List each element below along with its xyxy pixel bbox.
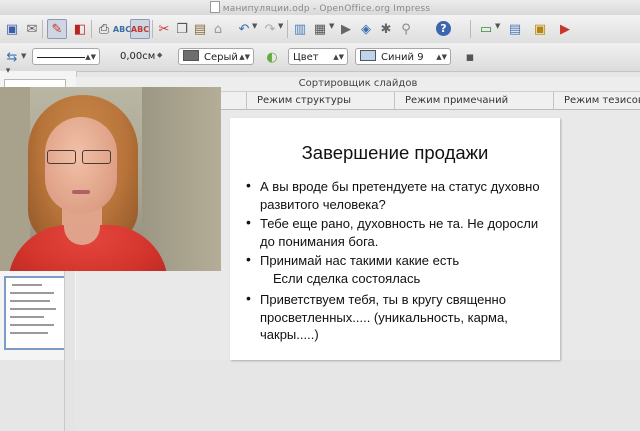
arrow-style-icon[interactable]: ⇆: [2, 47, 22, 67]
toolbar-separator: [470, 20, 471, 38]
navigator-icon[interactable]: ✱: [376, 19, 396, 39]
glasses-lens: [47, 150, 76, 164]
tab-notes[interactable]: Режим примечаний: [394, 92, 518, 109]
slide-bullet-text: Тебе еще рано, духовность не та. Не доро…: [260, 216, 539, 249]
line-style-select[interactable]: ▲▼: [32, 48, 100, 65]
tab-handout-label: Режим тезисов: [564, 95, 640, 106]
print-icon[interactable]: ⎙: [94, 19, 114, 39]
thumbnail-line: [10, 316, 44, 318]
spellcheck-icon[interactable]: ABC: [112, 19, 132, 39]
table-dropdown-icon[interactable]: ▼: [329, 22, 334, 30]
undo-icon[interactable]: ↶: [234, 19, 254, 39]
line-color-swatch: [183, 50, 199, 61]
slide-sub-item[interactable]: Если сделка состоялась: [273, 271, 420, 286]
glasses-lens: [82, 150, 111, 164]
thumbnail-line: [10, 292, 54, 294]
slide-sorter-label: Сортировщик слайдов: [298, 78, 418, 89]
line-width-value: 0,00см: [120, 51, 156, 62]
line-style-preview: [37, 57, 85, 58]
tab-outline[interactable]: Режим структуры: [246, 92, 361, 109]
bullet-dot-icon: •: [246, 214, 251, 230]
line-color-label: Серый: [204, 52, 238, 63]
pane-menu-icon[interactable]: ▾: [2, 65, 14, 77]
chevron-down-icon: ▲▼: [239, 53, 250, 61]
slide-design-icon[interactable]: ▣: [530, 19, 550, 39]
slide-bullet-text: Принимай нас такими какие есть: [260, 253, 460, 268]
draw-functions-icon[interactable]: ◈: [356, 19, 376, 39]
webcam-overlay: [0, 87, 221, 271]
presentation-icon[interactable]: ▶: [555, 19, 575, 39]
line-width-stepper-icon[interactable]: ◆: [157, 51, 162, 59]
undo-dropdown-icon[interactable]: ▼: [252, 22, 257, 30]
save-icon[interactable]: ▣: [2, 19, 22, 39]
thumbnail-line: [12, 284, 42, 286]
toolbar-separator: [91, 20, 92, 38]
bullet-dot-icon: •: [246, 251, 251, 267]
copy-icon[interactable]: ❐: [172, 19, 192, 39]
toolbar-separator: [152, 20, 153, 38]
area-style-select[interactable]: Цвет ▲▼: [288, 48, 348, 65]
autospell-icon[interactable]: ABC: [130, 19, 150, 39]
mail-icon[interactable]: ✉: [22, 19, 42, 39]
slide-bullet[interactable]: • А вы вроде бы претендуете на статус ду…: [246, 177, 550, 213]
area-style-label: Цвет: [293, 52, 319, 63]
slide-canvas[interactable]: Завершение продажи • А вы вроде бы прете…: [230, 118, 560, 360]
slide-title[interactable]: Завершение продажи: [230, 142, 560, 164]
chart-icon[interactable]: ▥: [290, 19, 310, 39]
bullet-dot-icon: •: [246, 177, 251, 193]
document-icon: [209, 1, 220, 13]
line-color-select[interactable]: Серый ▲▼: [178, 48, 254, 65]
zoom-icon[interactable]: ⚲: [396, 19, 416, 39]
slide-bullet[interactable]: • Тебе еще рано, духовность не та. Не до…: [246, 214, 550, 250]
pdf-icon[interactable]: ◧: [70, 19, 90, 39]
area-color-swatch: [360, 50, 376, 61]
tab-handout[interactable]: Режим тезисов: [553, 92, 640, 109]
slide-bullet[interactable]: • Принимай нас такими какие есть: [246, 251, 550, 270]
movie-icon[interactable]: ▶: [336, 19, 356, 39]
chevron-down-icon: ▲▼: [333, 53, 344, 61]
slide-thumbnail-selected[interactable]: [4, 276, 68, 350]
slide-bullet[interactable]: • Приветствуем тебя, ты в кругу священно…: [246, 290, 550, 344]
redo-dropdown-icon[interactable]: ▼: [278, 22, 283, 30]
area-color-select[interactable]: Синий 9 ▲▼: [355, 48, 451, 65]
slide-layout-icon[interactable]: ▤: [505, 19, 525, 39]
toolbar-separator: [42, 20, 43, 38]
thumbnail-line: [10, 300, 50, 302]
webcam-background-shelf: [142, 87, 221, 271]
edit-icon[interactable]: ✎: [47, 19, 67, 39]
arrow-style-dropdown-icon[interactable]: ▼: [21, 52, 26, 60]
format-paintbrush-icon[interactable]: ⌂: [208, 19, 228, 39]
table-icon[interactable]: ▦: [310, 19, 330, 39]
chevron-down-icon: ▲▼: [436, 53, 447, 61]
presenter-face: [45, 117, 117, 213]
paste-icon[interactable]: ▤: [190, 19, 210, 39]
area-fill-icon[interactable]: ◐: [262, 47, 282, 67]
cut-icon[interactable]: ✂: [154, 19, 174, 39]
window-title-wrap: манипуляции.odp - OpenOffice.org Impress: [0, 1, 640, 14]
tab-outline-label: Режим структуры: [257, 95, 352, 106]
presenter-mouth: [72, 190, 90, 194]
thumbnail-line: [10, 308, 56, 310]
area-color-label: Синий 9: [381, 52, 424, 63]
standard-toolbar: ▣ ✉ ✎ ◧ ⎙ ABC ABC ✂ ❐ ▤ ⌂ ↶ ▼ ↷ ▼ ▥ ▦ ▼ …: [0, 15, 640, 44]
tab-notes-label: Режим примечаний: [405, 95, 509, 106]
help-icon[interactable]: ?: [436, 21, 451, 36]
slide-bullet-text: А вы вроде бы претендуете на статус духо…: [260, 179, 540, 212]
chevron-down-icon: ▲▼: [85, 53, 96, 61]
slide-bullet-text: Приветствуем тебя, ты в кругу священно п…: [260, 292, 508, 342]
slide-dropdown-icon[interactable]: ▼: [495, 22, 500, 30]
redo-icon[interactable]: ↷: [260, 19, 280, 39]
window-title: манипуляции.odp - OpenOffice.org Impress: [222, 4, 431, 14]
slide-pane-scrollbar[interactable]: [64, 261, 75, 431]
presenter-glasses: [47, 150, 113, 164]
thumbnail-line: [10, 324, 54, 326]
line-and-filling-toolbar: ⇆ ▼ ▲▼ 0,00см ◆ Серый ▲▼ ◐ Цвет ▲▼ Синий…: [0, 43, 640, 72]
bullet-dot-icon: •: [246, 290, 251, 306]
thumbnail-line: [10, 332, 48, 334]
toolbar-separator: [287, 20, 288, 38]
shadow-icon[interactable]: ▪: [460, 47, 480, 67]
window-title-bar: манипуляции.odp - OpenOffice.org Impress: [0, 0, 640, 16]
line-width-field[interactable]: 0,00см: [116, 48, 156, 65]
slide-icon[interactable]: ▭: [476, 19, 496, 39]
